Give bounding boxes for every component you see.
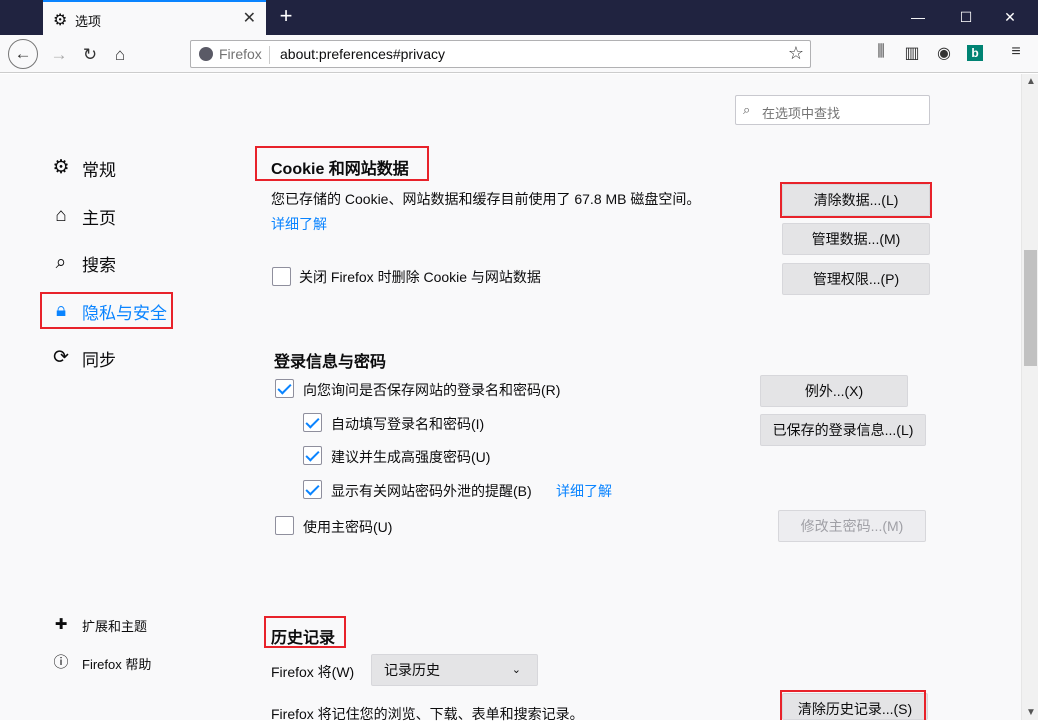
breach-learn-more-link[interactable]: 详细了解 [556, 481, 612, 501]
sidebar-item-label: 同步 [82, 350, 116, 370]
bookmark-star-icon[interactable]: ☆ [788, 43, 804, 64]
divider [269, 46, 270, 64]
nav-bar: ← → ↻ ⌂ Firefox about:preferences#privac… [0, 35, 1038, 73]
sidebar-item-label: 常规 [82, 160, 116, 180]
section-title-logins: 登录信息与密码 [274, 354, 387, 371]
highlight-box [40, 292, 173, 329]
section-title-cookies: Cookie 和网站数据 [271, 161, 409, 178]
tab-preferences[interactable]: ⚙ 选项 ✕ [43, 0, 266, 35]
sidebar-item-label: Firefox 帮助 [82, 656, 152, 672]
search-icon: ⌕ [743, 102, 751, 117]
sidebar-item-help[interactable]: ⓘ Firefox 帮助 [50, 648, 151, 678]
learn-more-link[interactable]: 详细了解 [271, 214, 327, 234]
gear-icon: ⚙ [53, 12, 68, 29]
section-title-history: 历史记录 [271, 630, 336, 647]
back-button[interactable]: ← [8, 39, 38, 69]
search-placeholder: 在选项中查找 [762, 106, 841, 121]
url-text[interactable]: about:preferences#privacy [280, 46, 445, 62]
highlight-box [780, 690, 926, 720]
breach-alerts-label: 显示有关网站密码外泄的提醒(B) [331, 483, 532, 499]
url-bar[interactable]: Firefox about:preferences#privacy ☆ [190, 40, 811, 68]
help-icon: ⓘ [53, 654, 69, 671]
sidebar-icon[interactable]: ▥ [901, 43, 923, 63]
autofill-checkbox[interactable] [303, 413, 322, 432]
gear-icon: ⚙ [52, 157, 70, 178]
preferences-content: ⌕ 在选项中查找 ⚙ 常规 ⌂ 主页 ⌕ 搜索 🔒︎ 隐私与安全 ⟳ 同步 ✚ … [0, 74, 1038, 722]
saved-logins-button[interactable]: 已保存的登录信息...(L) [760, 414, 926, 446]
breach-alerts-checkbox[interactable] [303, 480, 322, 499]
sidebar-item-home[interactable]: ⌂ 主页 [50, 201, 116, 231]
minimize-button[interactable]: — [906, 6, 930, 28]
manage-permissions-button[interactable]: 管理权限...(P) [782, 263, 930, 295]
close-window-button[interactable]: ✕ [998, 6, 1022, 28]
scroll-up-icon[interactable]: ▲ [1026, 76, 1036, 87]
scrollbar[interactable]: ▲ ▼ [1021, 74, 1038, 720]
ask-save-label: 向您询问是否保存网站的登录名和密码(R) [303, 382, 561, 398]
sidebar-item-sync[interactable]: ⟳ 同步 [50, 343, 116, 373]
history-mode-select[interactable]: 记录历史 ⌄ [371, 654, 538, 686]
sidebar-item-label: 扩展和主题 [82, 618, 148, 634]
ask-save-checkbox[interactable] [275, 379, 294, 398]
change-master-password-button[interactable]: 修改主密码...(M) [778, 510, 926, 542]
chevron-down-icon: ⌄ [511, 664, 521, 676]
firefox-icon [199, 47, 213, 61]
sync-icon: ⟳ [53, 347, 69, 368]
exceptions-button[interactable]: 例外...(X) [760, 375, 908, 407]
suggest-password-label: 建议并生成高强度密码(U) [331, 449, 491, 465]
history-will-label: Firefox 将(W) [271, 664, 355, 680]
reload-button[interactable]: ↻ [76, 41, 104, 69]
sidebar-item-label: 搜索 [82, 255, 116, 275]
autofill-label: 自动填写登录名和密码(I) [331, 416, 485, 432]
forward-button[interactable]: → [45, 41, 73, 69]
history-description: Firefox 将记住您的浏览、下载、表单和搜索记录。 [271, 706, 584, 722]
history-mode-value: 记录历史 [384, 662, 440, 678]
new-tab-button[interactable]: + [275, 3, 297, 29]
tab-title: 选项 [75, 15, 102, 30]
account-icon[interactable]: ◉ [933, 43, 955, 63]
close-tab-icon[interactable]: ✕ [243, 8, 256, 28]
maximize-button[interactable]: ☐ [954, 6, 978, 28]
puzzle-icon: ✚ [54, 616, 68, 633]
bing-icon[interactable]: b [967, 45, 983, 61]
sidebar-item-general[interactable]: ⚙ 常规 [50, 153, 116, 183]
title-bar: ⚙ 选项 ✕ + — ☐ ✕ [0, 0, 1038, 35]
home-button[interactable]: ⌂ [106, 41, 134, 69]
suggest-password-checkbox[interactable] [303, 446, 322, 465]
sidebar-item-label: 主页 [82, 208, 116, 228]
delete-on-close-label: 关闭 Firefox 时删除 Cookie 与网站数据 [299, 269, 541, 285]
sidebar-item-extensions[interactable]: ✚ 扩展和主题 [50, 610, 147, 640]
library-icon[interactable]: ⫼ [870, 43, 892, 61]
sidebar-item-search[interactable]: ⌕ 搜索 [50, 248, 116, 278]
scrollbar-thumb[interactable] [1024, 250, 1037, 366]
master-password-checkbox[interactable] [275, 516, 294, 535]
scroll-down-icon[interactable]: ▼ [1026, 707, 1036, 718]
menu-icon[interactable]: ≡ [1005, 43, 1027, 61]
manage-data-button[interactable]: 管理数据...(M) [782, 223, 930, 255]
identity-label: Firefox [219, 46, 262, 62]
highlight-box [780, 182, 932, 218]
home-icon: ⌂ [55, 205, 67, 226]
search-input[interactable]: ⌕ 在选项中查找 [735, 95, 930, 125]
cookie-usage-text: 您已存储的 Cookie、网站数据和缓存目前使用了 67.8 MB 磁盘空间。 [271, 191, 701, 207]
search-icon: ⌕ [55, 252, 67, 273]
delete-on-close-checkbox[interactable] [272, 267, 291, 286]
master-password-label: 使用主密码(U) [303, 519, 393, 535]
